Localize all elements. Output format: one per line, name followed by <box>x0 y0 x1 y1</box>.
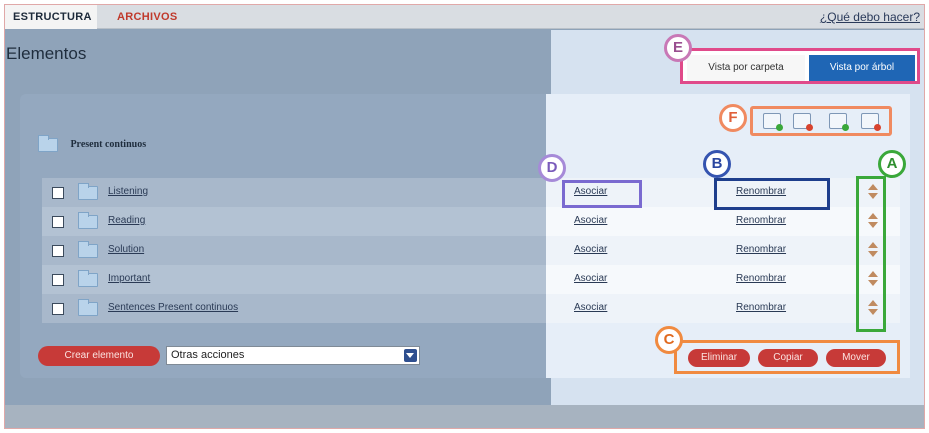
remove-folder-icon[interactable] <box>793 113 813 131</box>
annotation-box-d <box>562 180 642 208</box>
annotation-badge-a: A <box>878 150 906 178</box>
rename-link[interactable]: Renombrar <box>736 302 786 313</box>
annotation-badge-e: E <box>664 34 692 62</box>
folder-icon <box>38 134 58 152</box>
delete-button[interactable]: Eliminar <box>688 349 750 367</box>
associate-link[interactable]: Asociar <box>574 273 607 284</box>
folder-icon <box>78 183 98 200</box>
row-name-link[interactable]: Reading <box>108 215 145 226</box>
create-element-button[interactable]: Crear elemento <box>38 346 160 366</box>
move-out-icon[interactable] <box>861 113 881 131</box>
other-actions-select[interactable]: Otras acciones <box>166 346 420 365</box>
page-title: Elementos <box>6 44 87 63</box>
annotation-badge-b: B <box>703 150 731 178</box>
root-folder-label: Present continuos <box>70 139 147 151</box>
row-name-link[interactable]: Solution <box>108 244 144 255</box>
copy-button[interactable]: Copiar <box>758 349 818 367</box>
folder-icon <box>78 212 98 229</box>
row-checkbox[interactable] <box>52 303 64 315</box>
move-button[interactable]: Mover <box>826 349 886 367</box>
footer-strip <box>5 405 924 428</box>
top-tab-bar: ESTRUCTURA ARCHIVOS ¿Qué debo hacer? <box>5 5 924 29</box>
folder-icon <box>78 299 98 316</box>
associate-link[interactable]: Asociar <box>574 215 607 226</box>
row-checkbox[interactable] <box>52 187 64 199</box>
associate-link[interactable]: Asociar <box>574 244 607 255</box>
row-checkbox[interactable] <box>52 274 64 286</box>
add-folder-icon[interactable] <box>763 113 783 131</box>
list-item: Reading Asociar Renombrar <box>42 207 900 236</box>
row-name-link[interactable]: Important <box>108 273 150 284</box>
row-name-link[interactable]: Sentences Present continuos <box>108 302 238 313</box>
rename-link[interactable]: Renombrar <box>736 215 786 226</box>
folder-icon <box>78 241 98 258</box>
list-item: Solution Asociar Renombrar <box>42 236 900 265</box>
rename-link[interactable]: Renombrar <box>736 273 786 284</box>
root-folder: Present continuos <box>38 134 147 152</box>
chevron-down-icon[interactable] <box>404 349 417 362</box>
icon-toolbar <box>750 106 892 136</box>
tab-archivos[interactable]: ARCHIVOS <box>109 5 185 29</box>
annotation-badge-f: F <box>719 104 747 132</box>
list-item: Sentences Present continuos Asociar Reno… <box>42 294 900 323</box>
row-checkbox[interactable] <box>52 216 64 228</box>
list-item: Important Asociar Renombrar <box>42 265 900 294</box>
folder-view-button[interactable]: Vista por carpeta <box>687 55 805 81</box>
view-toggle: Vista por carpeta Vista por árbol <box>680 48 920 84</box>
associate-link[interactable]: Asociar <box>574 302 607 313</box>
move-in-icon[interactable] <box>829 113 849 131</box>
rename-link[interactable]: Renombrar <box>736 244 786 255</box>
other-actions-value: Otras acciones <box>171 349 245 361</box>
tree-view-button[interactable]: Vista por árbol <box>809 55 915 81</box>
row-checkbox[interactable] <box>52 245 64 257</box>
annotation-box-a <box>856 176 886 332</box>
help-link[interactable]: ¿Qué debo hacer? <box>820 5 920 29</box>
annotation-box-b <box>714 178 830 210</box>
tab-estructura[interactable]: ESTRUCTURA <box>5 5 97 29</box>
row-name-link[interactable]: Listening <box>108 186 148 197</box>
folder-icon <box>78 270 98 287</box>
annotation-badge-d: D <box>538 154 566 182</box>
annotation-badge-c: C <box>655 326 683 354</box>
